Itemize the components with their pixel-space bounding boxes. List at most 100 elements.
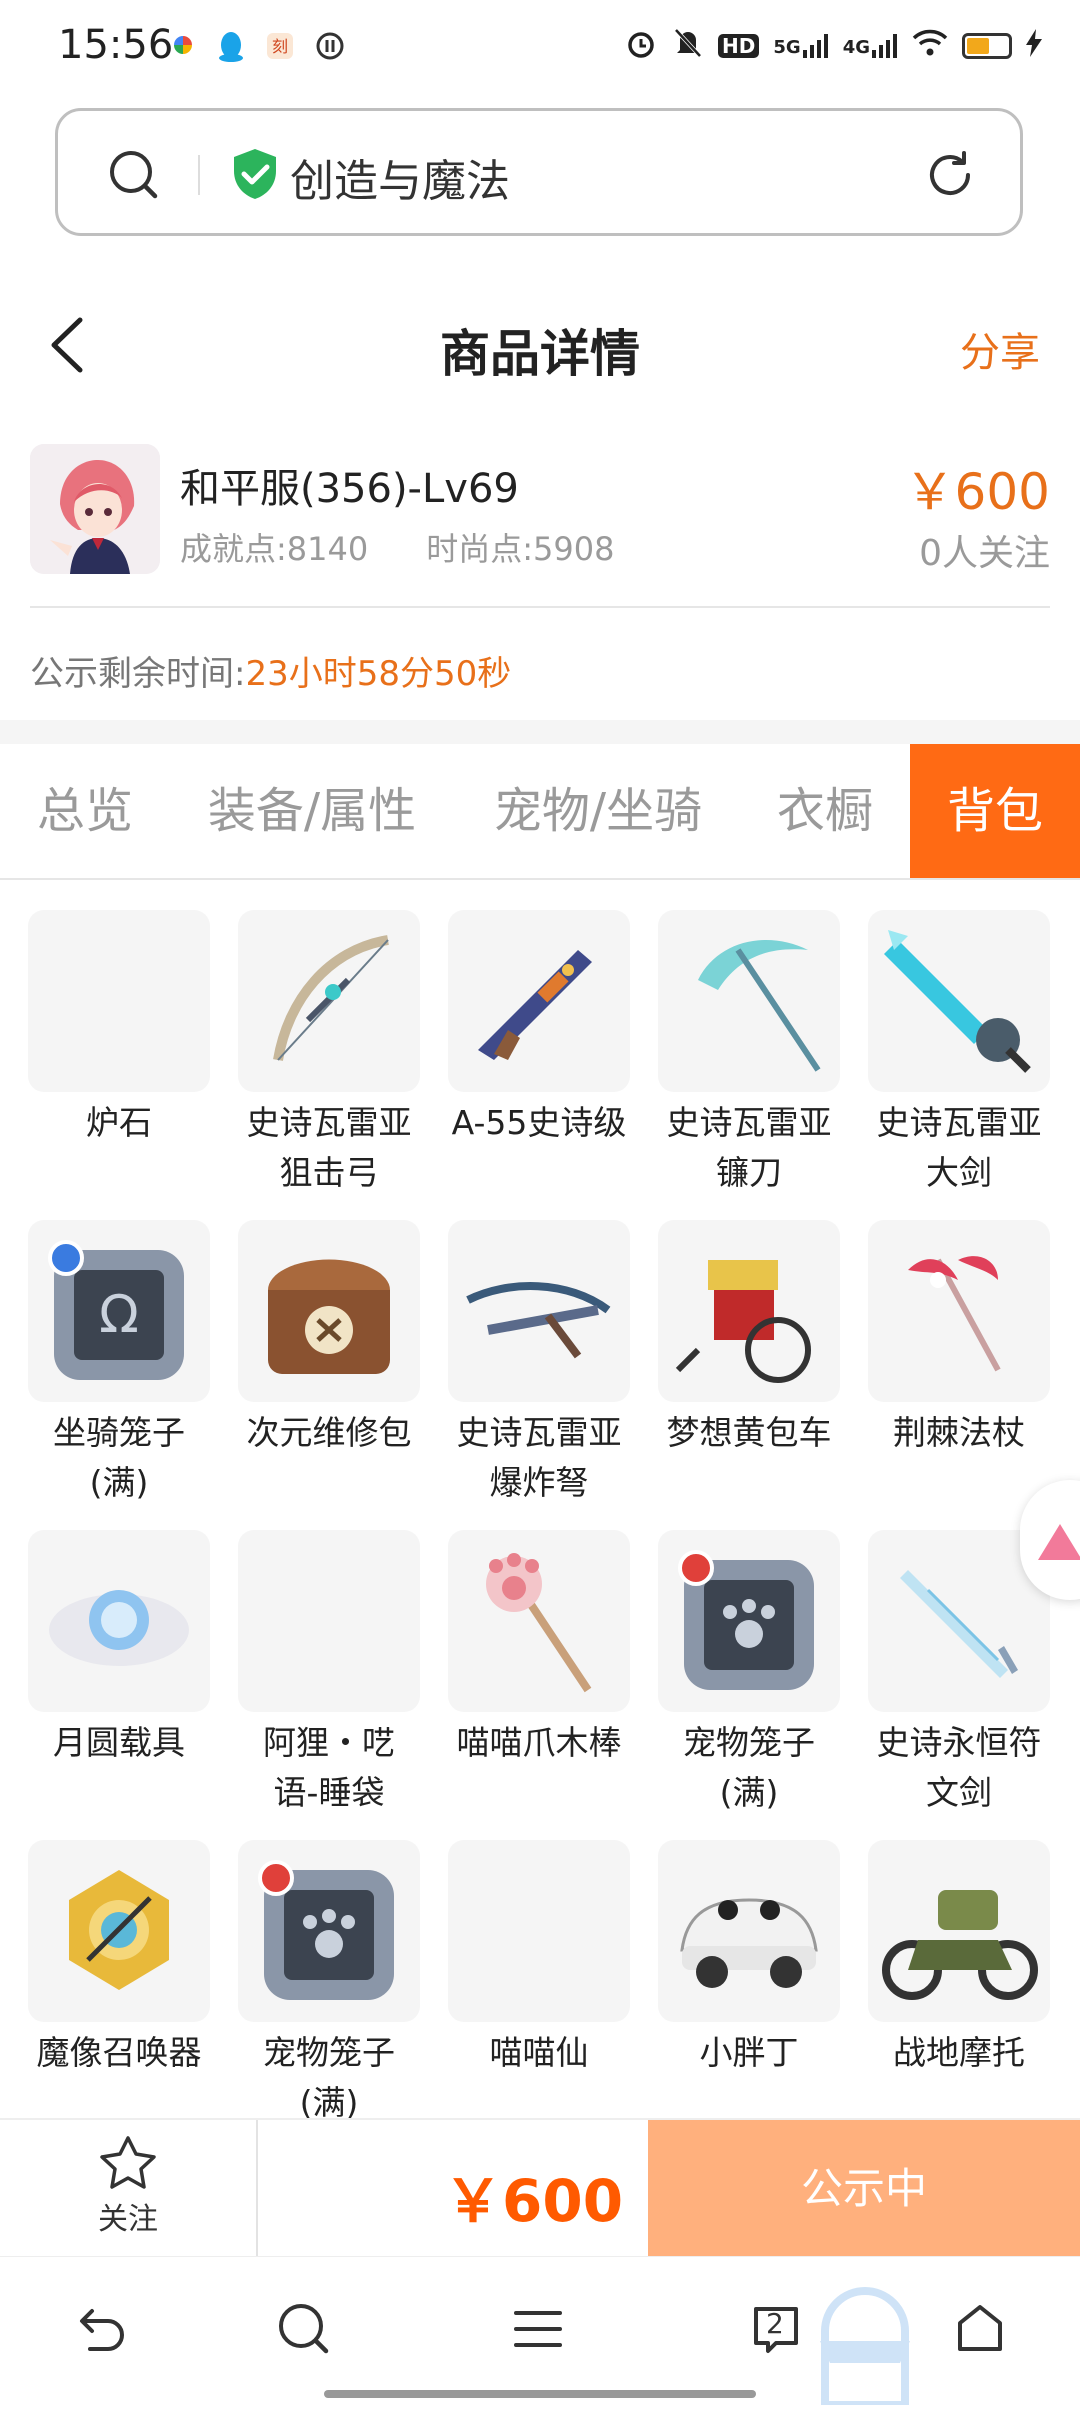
motorbike-icon <box>868 1840 1050 2022</box>
inventory-item[interactable]: 喵喵仙 <box>448 1840 630 2140</box>
wifi-icon <box>912 29 948 63</box>
tabs-icon[interactable]: 2 <box>746 2299 806 2363</box>
inventory-item[interactable]: 荆棘法杖 <box>868 1220 1050 1520</box>
alarm-icon <box>624 26 658 66</box>
inventory-item-label: 魔像召唤器 <box>36 2033 202 2072</box>
gesture-home-bar[interactable] <box>324 2390 756 2398</box>
section-gap <box>0 720 1080 744</box>
circle-app-icon <box>314 30 346 68</box>
tab-backpack[interactable]: 背包 <box>910 744 1080 878</box>
favorite-label: 关注 <box>98 2202 158 2237</box>
character-avatar <box>30 444 160 574</box>
favorite-button[interactable]: 关注 <box>80 2134 176 2238</box>
system-navigation-bar: 2 <box>0 2256 1080 2409</box>
tab-pets-mounts[interactable]: 宠物/坐骑 <box>472 744 724 878</box>
tab-overview[interactable]: 总览 <box>0 744 170 878</box>
inventory-item[interactable]: 次元维修包 <box>238 1220 420 1520</box>
inventory-item-label: 梦想黄包车 <box>666 1413 832 1452</box>
golem-summoner-icon <box>28 1840 210 2022</box>
inventory-item-label: 坐骑笼子 (满) <box>53 1413 185 1502</box>
inventory-item[interactable]: 史诗永恒符 文剑 <box>868 1530 1050 1830</box>
inventory-item-label: 史诗瓦雷亚 大剑 <box>876 1103 1042 1192</box>
item-summary: 和平服(356)-Lv69 成就点:8140 时尚点:5908 ￥600 0人关… <box>30 440 1050 610</box>
status-bar: 15:56 刻 HD 5G 4G <box>0 0 1080 96</box>
repair-bag-icon <box>238 1220 420 1402</box>
publicity-countdown: 公示剩余时间:23小时58分50秒 <box>30 646 511 695</box>
game-app-icon: 刻 <box>264 30 296 68</box>
inventory-item[interactable]: 史诗瓦雷亚 狙击弓 <box>238 910 420 1210</box>
item-name: 和平服(356)-Lv69 <box>180 466 519 512</box>
signal-5g-label: 5G <box>773 37 801 58</box>
greatsword-icon <box>868 910 1050 1092</box>
browser-address-bar[interactable]: 创造与魔法 <box>55 108 1023 236</box>
app-notification-icon <box>174 36 192 54</box>
search-icon[interactable] <box>106 147 162 207</box>
pet-cage-icon <box>238 1840 420 2022</box>
inventory-item[interactable]: 史诗瓦雷亚 大剑 <box>868 910 1050 1210</box>
inventory-item[interactable]: 炉石 <box>28 910 210 1210</box>
inventory-item-label: 荆棘法杖 <box>893 1413 1025 1452</box>
inventory-item-label: 喵喵仙 <box>489 2033 589 2072</box>
inventory-item-label: 阿狸・呓 语-睡袋 <box>263 1723 395 1812</box>
home-icon[interactable] <box>950 2299 1010 2363</box>
inventory-item-label: 史诗瓦雷亚 爆炸弩 <box>456 1413 622 1502</box>
inventory-item[interactable]: 喵喵爪木棒 <box>448 1530 630 1830</box>
mount-cage-icon: Ω <box>28 1220 210 1402</box>
tab-equipment[interactable]: 装备/属性 <box>190 744 434 878</box>
watcher-count: 0人关注 <box>919 533 1050 574</box>
qq-icon <box>216 30 246 68</box>
inventory-item[interactable]: 月圆载具 <box>28 1530 210 1830</box>
inventory-item-label: 次元维修包 <box>246 1413 412 1452</box>
inventory-item[interactable]: 小胖丁 <box>658 1840 840 2140</box>
search-icon[interactable] <box>274 2299 334 2363</box>
shield-icon <box>230 147 280 205</box>
address-bar-divider <box>198 155 200 195</box>
star-icon <box>98 2136 158 2194</box>
inventory-item-label: A-55史诗级 <box>451 1103 627 1142</box>
inventory-item[interactable]: 战地摩托 <box>868 1840 1050 2140</box>
share-button[interactable]: 分享 <box>960 320 1040 378</box>
paw-stick-icon <box>448 1530 630 1712</box>
scythe-icon <box>658 910 840 1092</box>
inventory-item[interactable]: 阿狸・呓 语-睡袋 <box>238 1530 420 1830</box>
signal-4g-icon: 4G <box>843 34 898 58</box>
inventory-item-label: 宠物笼子 (满) <box>263 2033 395 2122</box>
address-bar-query[interactable]: 创造与魔法 <box>290 145 510 209</box>
rickshaw-icon <box>658 1220 840 1402</box>
inventory-item[interactable]: 史诗瓦雷亚 爆炸弩 <box>448 1220 630 1520</box>
undo-icon[interactable] <box>70 2299 130 2363</box>
staff-icon <box>868 1220 1050 1402</box>
inventory-item-image <box>28 910 210 1092</box>
inventory-item[interactable]: 宠物笼子 (满) <box>658 1530 840 1830</box>
item-stats: 成就点:8140 时尚点:5908 <box>180 524 614 570</box>
svg-text:Ω: Ω <box>99 1285 139 1345</box>
hd-icon: HD <box>718 34 760 58</box>
inventory-item-image <box>448 1840 630 2022</box>
inventory-item[interactable]: A-55史诗级 <box>448 910 630 1210</box>
tab-wardrobe[interactable]: 衣橱 <box>760 744 890 878</box>
inventory-item-label: 炉石 <box>86 1103 152 1142</box>
item-price: ￥600 <box>904 463 1050 521</box>
rifle-icon <box>448 910 630 1092</box>
action-divider <box>256 2120 258 2258</box>
inventory-item[interactable]: 梦想黄包车 <box>658 1220 840 1520</box>
battery-icon <box>962 33 1012 59</box>
reload-icon[interactable] <box>922 147 978 207</box>
mute-icon <box>672 26 704 66</box>
inventory-item[interactable]: 魔像召唤器 <box>28 1840 210 2140</box>
bottom-price: ￥600 <box>444 2167 624 2235</box>
inventory-item-label: 战地摩托 <box>893 2033 1025 2072</box>
inventory-item-label: 史诗瓦雷亚 狙击弓 <box>246 1103 412 1192</box>
divider <box>30 606 1050 608</box>
inventory-item[interactable]: Ω 坐骑笼子 (满) <box>28 1220 210 1520</box>
inventory-item-label: 史诗瓦雷亚 镰刀 <box>666 1103 832 1192</box>
detail-tabs: 总览 装备/属性 宠物/坐骑 衣橱 背包 <box>0 744 1080 880</box>
inventory-item[interactable]: 史诗瓦雷亚 镰刀 <box>658 910 840 1210</box>
charging-icon <box>1026 29 1042 63</box>
inventory-item[interactable]: 宠物笼子 (满) <box>238 1840 420 2140</box>
publicity-status-button[interactable]: 公示中 <box>648 2120 1080 2258</box>
inventory-item-label: 月圆载具 <box>53 1723 185 1762</box>
signal-4g-label: 4G <box>842 37 870 58</box>
menu-icon[interactable] <box>508 2299 568 2363</box>
page-title: 商品详情 <box>440 325 640 383</box>
